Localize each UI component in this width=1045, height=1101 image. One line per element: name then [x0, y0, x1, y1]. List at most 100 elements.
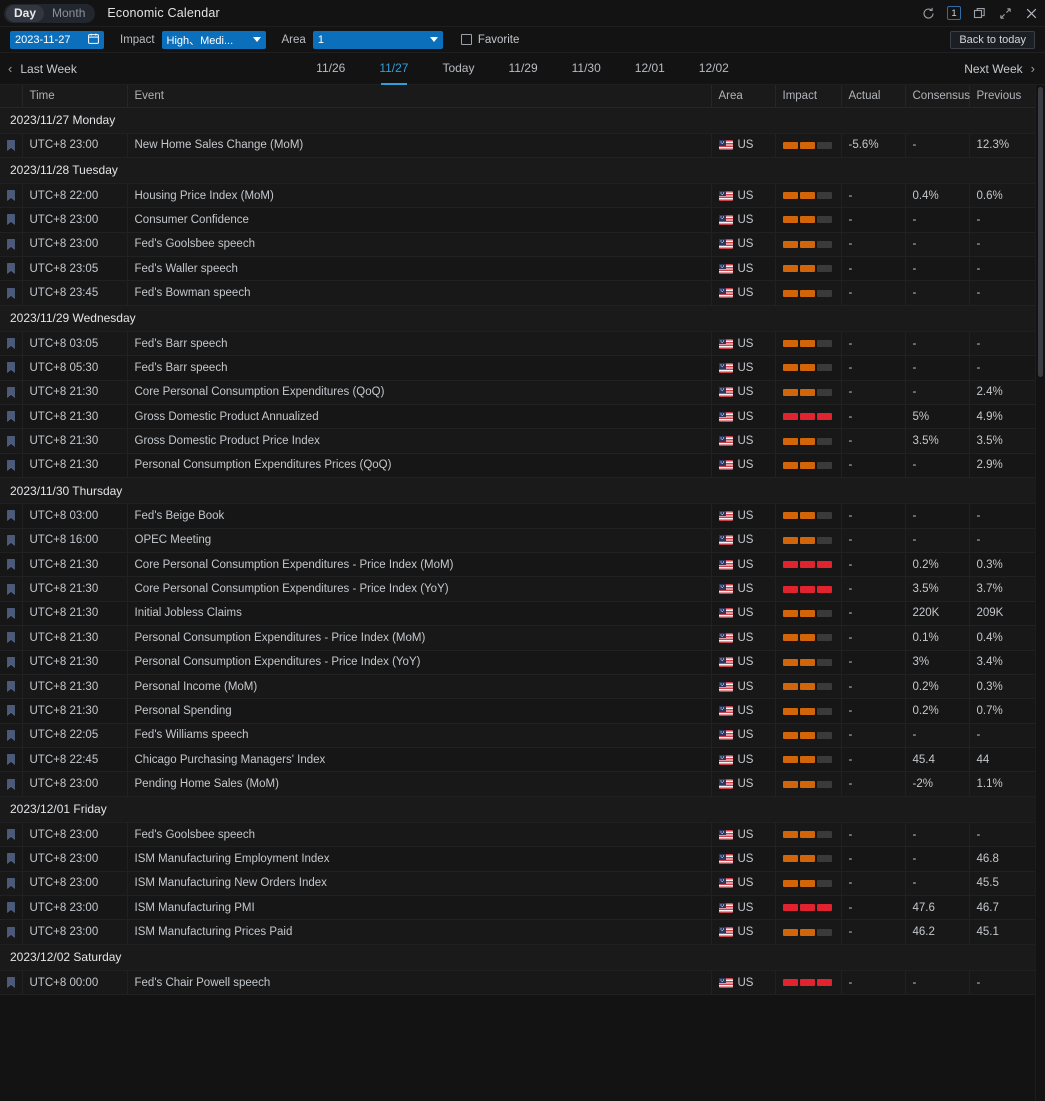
table-row[interactable]: UTC+8 23:45Fed's Bowman speechUS--- [0, 281, 1035, 305]
view-toggle-group[interactable]: Day Month [4, 4, 95, 23]
cell-event[interactable]: OPEC Meeting [127, 528, 711, 552]
view-toggle-month[interactable]: Month [44, 5, 93, 22]
favorite-bookmark-icon[interactable] [0, 504, 22, 528]
cell-event[interactable]: ISM Manufacturing Employment Index [127, 847, 711, 871]
favorite-bookmark-icon[interactable] [0, 723, 22, 747]
table-row[interactable]: UTC+8 23:00Fed's Goolsbee speechUS--- [0, 232, 1035, 256]
favorite-bookmark-icon[interactable] [0, 970, 22, 994]
day-tab-6[interactable]: 12/02 [682, 53, 746, 85]
day-tab-5[interactable]: 12/01 [618, 53, 682, 85]
cell-event[interactable]: Fed's Waller speech [127, 257, 711, 281]
table-row[interactable]: UTC+8 21:30Core Personal Consumption Exp… [0, 577, 1035, 601]
favorite-bookmark-icon[interactable] [0, 331, 22, 355]
favorite-bookmark-icon[interactable] [0, 920, 22, 944]
favorite-bookmark-icon[interactable] [0, 699, 22, 723]
table-row[interactable]: UTC+8 03:00Fed's Beige BookUS--- [0, 504, 1035, 528]
favorite-bookmark-icon[interactable] [0, 281, 22, 305]
table-row[interactable]: UTC+8 21:30Personal Consumption Expendit… [0, 650, 1035, 674]
cell-event[interactable]: Housing Price Index (MoM) [127, 183, 711, 207]
table-row[interactable]: UTC+8 21:30Personal Consumption Expendit… [0, 453, 1035, 477]
next-week-button[interactable]: Next Week › [964, 62, 1035, 76]
favorite-checkbox[interactable] [461, 34, 472, 45]
close-icon[interactable] [1024, 6, 1039, 21]
cell-event[interactable]: Consumer Confidence [127, 208, 711, 232]
favorite-bookmark-icon[interactable] [0, 772, 22, 796]
refresh-icon[interactable] [921, 6, 936, 21]
favorite-bookmark-icon[interactable] [0, 896, 22, 920]
table-row[interactable]: UTC+8 21:30Core Personal Consumption Exp… [0, 380, 1035, 404]
table-row[interactable]: UTC+8 22:00Housing Price Index (MoM)US-0… [0, 183, 1035, 207]
favorite-bookmark-icon[interactable] [0, 748, 22, 772]
table-row[interactable]: UTC+8 03:05Fed's Barr speechUS--- [0, 331, 1035, 355]
last-week-button[interactable]: ‹ Last Week [8, 62, 77, 76]
table-row[interactable]: UTC+8 22:45Chicago Purchasing Managers' … [0, 748, 1035, 772]
window-count-badge[interactable]: 1 [947, 6, 961, 20]
favorite-bookmark-icon[interactable] [0, 232, 22, 256]
table-row[interactable]: UTC+8 23:00Pending Home Sales (MoM)US--2… [0, 772, 1035, 796]
favorite-bookmark-icon[interactable] [0, 208, 22, 232]
favorite-bookmark-icon[interactable] [0, 257, 22, 281]
cell-event[interactable]: Personal Consumption Expenditures Prices… [127, 453, 711, 477]
favorite-bookmark-icon[interactable] [0, 356, 22, 380]
day-tab-2[interactable]: Today [425, 53, 491, 85]
impact-select[interactable]: High、Medi... [162, 31, 266, 49]
date-picker[interactable]: 2023-11-27 [10, 31, 104, 49]
table-row[interactable]: UTC+8 23:00ISM Manufacturing PMIUS-47.64… [0, 896, 1035, 920]
day-tab-3[interactable]: 11/29 [491, 53, 554, 85]
vertical-scrollbar[interactable] [1037, 85, 1044, 1101]
cell-event[interactable]: Fed's Chair Powell speech [127, 970, 711, 994]
favorite-bookmark-icon[interactable] [0, 380, 22, 404]
cell-event[interactable]: Core Personal Consumption Expenditures -… [127, 552, 711, 576]
cell-event[interactable]: Fed's Bowman speech [127, 281, 711, 305]
favorite-bookmark-icon[interactable] [0, 183, 22, 207]
table-row[interactable]: UTC+8 21:30Personal Consumption Expendit… [0, 626, 1035, 650]
cell-event[interactable]: ISM Manufacturing New Orders Index [127, 871, 711, 895]
table-row[interactable]: UTC+8 23:00ISM Manufacturing Prices Paid… [0, 920, 1035, 944]
cell-event[interactable]: ISM Manufacturing Prices Paid [127, 920, 711, 944]
expand-icon[interactable] [998, 6, 1013, 21]
table-row[interactable]: UTC+8 21:30Personal SpendingUS-0.2%0.7% [0, 699, 1035, 723]
table-row[interactable]: UTC+8 23:00Fed's Goolsbee speechUS--- [0, 822, 1035, 846]
favorite-bookmark-icon[interactable] [0, 626, 22, 650]
cell-event[interactable]: Fed's Barr speech [127, 331, 711, 355]
table-row[interactable]: UTC+8 21:30Gross Domestic Product Annual… [0, 405, 1035, 429]
table-row[interactable]: UTC+8 16:00OPEC MeetingUS--- [0, 528, 1035, 552]
cell-event[interactable]: Gross Domestic Product Annualized [127, 405, 711, 429]
table-row[interactable]: UTC+8 00:00Fed's Chair Powell speechUS--… [0, 970, 1035, 994]
table-row[interactable]: UTC+8 23:00ISM Manufacturing New Orders … [0, 871, 1035, 895]
favorite-bookmark-icon[interactable] [0, 453, 22, 477]
table-row[interactable]: UTC+8 21:30Gross Domestic Product Price … [0, 429, 1035, 453]
view-toggle-day[interactable]: Day [6, 5, 44, 22]
windows-icon[interactable] [972, 6, 987, 21]
cell-event[interactable]: Fed's Williams speech [127, 723, 711, 747]
table-row[interactable]: UTC+8 21:30Personal Income (MoM)US-0.2%0… [0, 674, 1035, 698]
cell-event[interactable]: Core Personal Consumption Expenditures (… [127, 380, 711, 404]
table-row[interactable]: UTC+8 05:30Fed's Barr speechUS--- [0, 356, 1035, 380]
cell-event[interactable]: Fed's Barr speech [127, 356, 711, 380]
favorite-bookmark-icon[interactable] [0, 601, 22, 625]
cell-event[interactable]: New Home Sales Change (MoM) [127, 133, 711, 157]
cell-event[interactable]: Gross Domestic Product Price Index [127, 429, 711, 453]
cell-event[interactable]: Fed's Goolsbee speech [127, 232, 711, 256]
favorite-bookmark-icon[interactable] [0, 650, 22, 674]
day-tab-0[interactable]: 11/26 [299, 53, 362, 85]
area-select[interactable]: 1 [313, 31, 443, 49]
table-row[interactable]: UTC+8 21:30Core Personal Consumption Exp… [0, 552, 1035, 576]
favorite-bookmark-icon[interactable] [0, 822, 22, 846]
table-row[interactable]: UTC+8 23:00Consumer ConfidenceUS--- [0, 208, 1035, 232]
favorite-bookmark-icon[interactable] [0, 528, 22, 552]
cell-event[interactable]: Personal Spending [127, 699, 711, 723]
favorite-bookmark-icon[interactable] [0, 133, 22, 157]
day-tab-4[interactable]: 11/30 [555, 53, 618, 85]
favorite-bookmark-icon[interactable] [0, 847, 22, 871]
cell-event[interactable]: Fed's Goolsbee speech [127, 822, 711, 846]
cell-event[interactable]: Personal Income (MoM) [127, 674, 711, 698]
favorite-bookmark-icon[interactable] [0, 871, 22, 895]
table-row[interactable]: UTC+8 22:05Fed's Williams speechUS--- [0, 723, 1035, 747]
table-row[interactable]: UTC+8 23:00ISM Manufacturing Employment … [0, 847, 1035, 871]
cell-event[interactable]: Chicago Purchasing Managers' Index [127, 748, 711, 772]
scrollbar-thumb[interactable] [1038, 87, 1043, 377]
cell-event[interactable]: Core Personal Consumption Expenditures -… [127, 577, 711, 601]
back-to-today-button[interactable]: Back to today [950, 31, 1035, 49]
favorite-filter[interactable]: Favorite [461, 34, 520, 46]
